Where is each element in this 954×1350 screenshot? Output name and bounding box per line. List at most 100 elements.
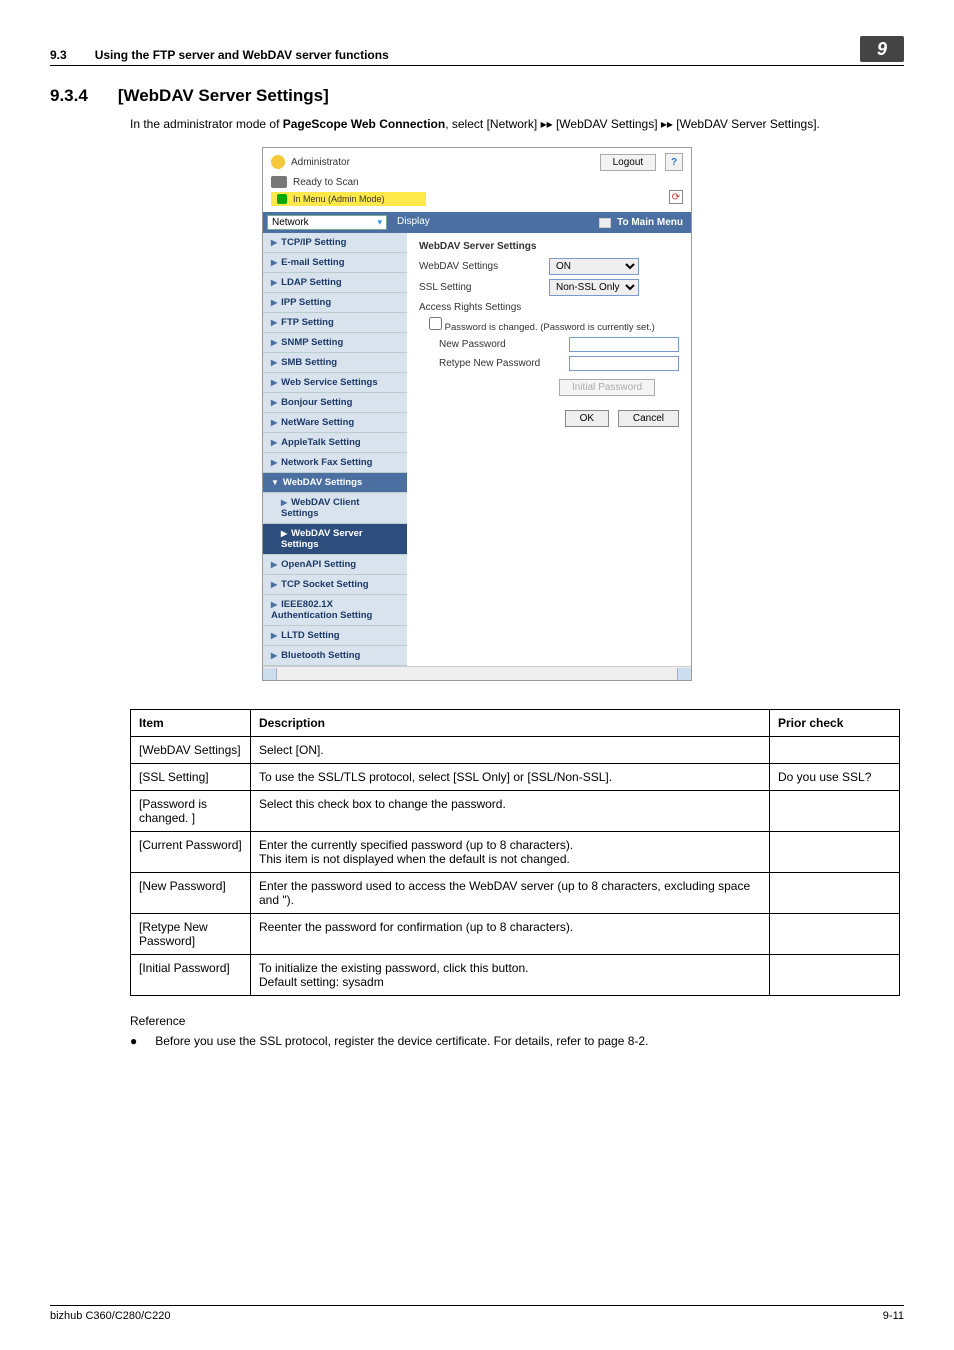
retype-password-field[interactable]: [569, 356, 679, 371]
sidebar-item-label: Network Fax Setting: [281, 457, 372, 468]
sidebar-item[interactable]: ▶E-mail Setting: [263, 253, 407, 273]
reference-bullet: ● Before you use the SSL protocol, regis…: [130, 1034, 904, 1048]
table-cell: [Retype New Password]: [131, 914, 251, 955]
triangle-right-icon: ▶: [271, 298, 277, 307]
password-changed-checkbox[interactable]: [429, 317, 442, 330]
cancel-button[interactable]: Cancel: [618, 410, 679, 427]
chevron-down-icon: ▾: [377, 217, 382, 228]
access-rights-heading: Access Rights Settings: [419, 302, 679, 313]
sidebar-item-label: LLTD Setting: [281, 630, 339, 641]
table-row: [WebDAV Settings]Select [ON].: [131, 737, 900, 764]
sidebar-item-label: FTP Setting: [281, 317, 334, 328]
triangle-right-icon: ▶: [271, 458, 277, 467]
sidebar-item[interactable]: ▼WebDAV Settings: [263, 473, 407, 493]
webdav-settings-select[interactable]: ON: [549, 258, 639, 275]
sidebar-item-label: Web Service Settings: [281, 377, 377, 388]
triangle-right-icon: ▶: [271, 631, 277, 640]
triangle-right-icon: ▶: [271, 358, 277, 367]
logout-button[interactable]: Logout: [600, 154, 657, 171]
ssl-setting-select[interactable]: Non-SSL Only: [549, 279, 639, 296]
table-cell: [770, 737, 900, 764]
triangle-right-icon: ▶: [281, 529, 287, 538]
sidebar-item[interactable]: ▶ IPP Setting: [263, 293, 407, 313]
triangle-right-icon: ▶: [271, 238, 277, 247]
to-main-menu-button[interactable]: To Main Menu: [591, 212, 691, 233]
table-cell: Reenter the password for confirmation (u…: [251, 914, 770, 955]
sidebar-item-label: IPP Setting: [281, 297, 331, 308]
table-cell: [Current Password]: [131, 832, 251, 873]
triangle-right-icon: ▶: [271, 318, 277, 327]
admin-icon: [271, 155, 285, 169]
sidebar-item[interactable]: ▶NetWare Setting: [263, 413, 407, 433]
shot-topbar: Administrator Logout ?: [263, 148, 691, 176]
section-title: Using the FTP server and WebDAV server f…: [95, 48, 389, 62]
new-password-label: New Password: [439, 339, 569, 350]
shot-main-panel: WebDAV Server Settings WebDAV Settings O…: [407, 233, 691, 666]
table-cell: [770, 791, 900, 832]
scroll-right-icon[interactable]: [677, 668, 691, 680]
sidebar-item[interactable]: ▶Bluetooth Setting: [263, 646, 407, 666]
table-row: [New Password]Enter the password used to…: [131, 873, 900, 914]
shot-status-area: Ready to Scan In Menu (Admin Mode) ⟳: [263, 176, 691, 212]
sidebar-item[interactable]: ▶ LDAP Setting: [263, 273, 407, 293]
display-button[interactable]: Display: [387, 212, 440, 233]
scroll-left-icon[interactable]: [263, 668, 277, 680]
sidebar-item-label: Bonjour Setting: [281, 397, 352, 408]
triangle-right-icon: ▶: [271, 278, 277, 287]
table-cell: [New Password]: [131, 873, 251, 914]
sidebar-item[interactable]: ▶OpenAPI Setting: [263, 555, 407, 575]
sidebar-item[interactable]: ▶IEEE802.1X Authentication Setting: [263, 595, 407, 626]
footer-model: bizhub C360/C280/C220: [50, 1310, 170, 1322]
sidebar-item[interactable]: ▶AppleTalk Setting: [263, 433, 407, 453]
triangle-right-icon: ▶: [271, 378, 277, 387]
section-number: 9.3: [50, 48, 67, 62]
table-cell: Do you use SSL?: [770, 764, 900, 791]
refresh-icon[interactable]: ⟳: [669, 190, 683, 204]
chapter-badge: 9: [860, 36, 904, 62]
sidebar-item-label: WebDAV Settings: [283, 477, 362, 488]
category-select[interactable]: Network ▾: [267, 215, 387, 230]
sidebar-item-label: OpenAPI Setting: [281, 559, 356, 570]
webdav-settings-label: WebDAV Settings: [419, 261, 549, 272]
table-cell: Enter the password used to access the We…: [251, 873, 770, 914]
sidebar-item[interactable]: ▶ LLTD Setting: [263, 626, 407, 646]
sidebar-item[interactable]: ▶ Network Fax Setting: [263, 453, 407, 473]
reference-text: Before you use the SSL protocol, registe…: [155, 1034, 648, 1048]
sidebar-item-label: TCP/IP Setting: [281, 237, 346, 248]
sidebar-item[interactable]: ▶ Web Service Settings: [263, 373, 407, 393]
reference-heading: Reference: [130, 1014, 904, 1028]
help-icon[interactable]: ?: [665, 153, 683, 171]
sidebar-item-label: AppleTalk Setting: [281, 437, 361, 448]
sidebar-item-label: LDAP Setting: [281, 277, 342, 288]
page-footer: bizhub C360/C280/C220 9-11: [50, 1305, 904, 1322]
shot-scrollbar[interactable]: [263, 666, 691, 680]
col-description: Description: [251, 710, 770, 737]
settings-description-table: Item Description Prior check [WebDAV Set…: [130, 709, 900, 996]
sidebar-item-label: Bluetooth Setting: [281, 650, 360, 661]
table-cell: [770, 955, 900, 996]
category-select-value: Network: [272, 217, 309, 228]
sidebar-item-label: WebDAV Server Settings: [281, 528, 363, 550]
sidebar-item[interactable]: ▶ FTP Setting: [263, 313, 407, 333]
table-cell: [WebDAV Settings]: [131, 737, 251, 764]
triangle-right-icon: ▶: [271, 338, 277, 347]
new-password-field[interactable]: [569, 337, 679, 352]
triangle-right-icon: ▶: [271, 418, 277, 427]
ok-button[interactable]: OK: [565, 410, 609, 427]
table-cell: Select this check box to change the pass…: [251, 791, 770, 832]
sidebar-item[interactable]: ▶ TCP/IP Setting: [263, 233, 407, 253]
sidebar-item[interactable]: ▶WebDAV Server Settings: [263, 524, 407, 555]
subsection-number: 9.3.4: [50, 86, 88, 106]
sidebar-item[interactable]: ▶Bonjour Setting: [263, 393, 407, 413]
intro-paragraph: In the administrator mode of PageScope W…: [130, 116, 904, 133]
initial-password-button[interactable]: Initial Password: [559, 379, 655, 396]
sidebar-item[interactable]: ▶TCP Socket Setting: [263, 575, 407, 595]
settings-screenshot: Administrator Logout ? Ready to Scan In …: [262, 147, 692, 681]
table-cell: Select [ON].: [251, 737, 770, 764]
sidebar-item[interactable]: ▶WebDAV Client Settings: [263, 493, 407, 524]
sidebar-item-label: IEEE802.1X Authentication Setting: [271, 599, 372, 621]
table-cell: [770, 914, 900, 955]
sidebar-item[interactable]: ▶SNMP Setting: [263, 333, 407, 353]
subsection-heading: 9.3.4 [WebDAV Server Settings]: [50, 86, 904, 106]
sidebar-item[interactable]: ▶SMB Setting: [263, 353, 407, 373]
